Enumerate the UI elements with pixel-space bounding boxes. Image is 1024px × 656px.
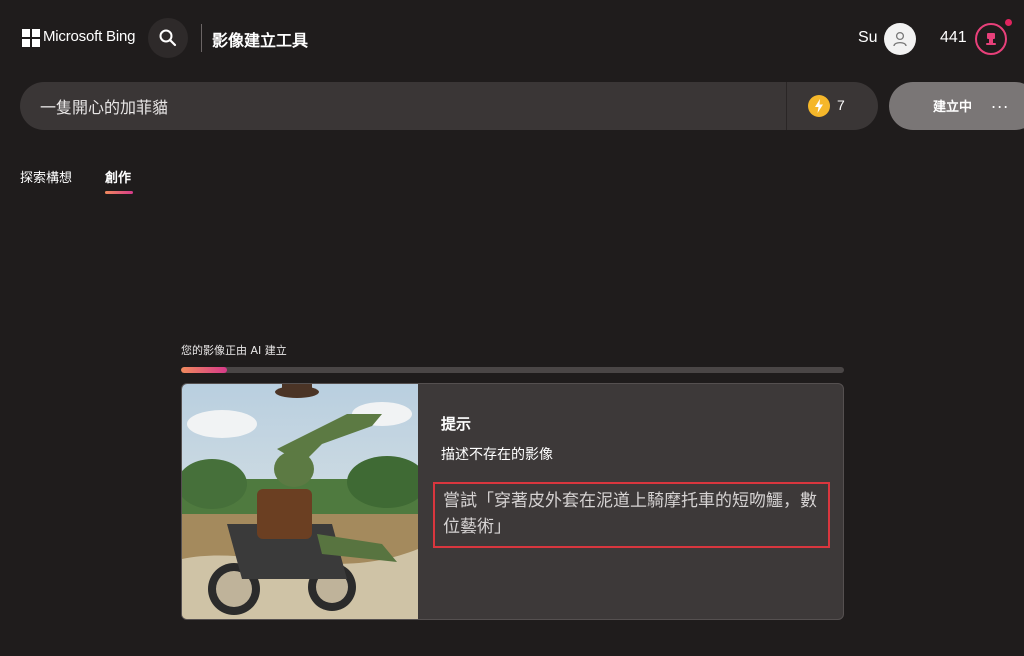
brand-name[interactable]: Microsoft Bing xyxy=(43,28,135,45)
boost-count: 7 xyxy=(837,97,845,113)
user-name[interactable]: Su xyxy=(858,29,878,47)
header-divider xyxy=(201,24,202,52)
more-icon[interactable]: ... xyxy=(991,93,1009,112)
tip-heading: 提示 xyxy=(441,415,472,433)
tool-title[interactable]: 影像建立工具 xyxy=(212,27,308,51)
rewards-button[interactable] xyxy=(975,23,1007,55)
progress-fill xyxy=(181,367,228,373)
active-tab-indicator xyxy=(105,191,133,194)
progress-bar xyxy=(181,367,844,373)
create-label: 建立中 xyxy=(933,100,973,115)
create-button[interactable]: 建立中 ... xyxy=(889,82,1024,130)
boost-icon[interactable] xyxy=(808,95,830,117)
tip-example-text: 嘗試「穿著皮外套在泥道上騎摩托車的短吻鱷，數位藝術」 xyxy=(443,491,817,537)
prompt-bar: 7 xyxy=(20,82,878,130)
rewards-points[interactable]: 441 xyxy=(940,29,967,47)
prompt-separator xyxy=(786,82,787,130)
example-image xyxy=(182,384,418,619)
prompt-input[interactable] xyxy=(40,82,780,130)
user-icon xyxy=(893,31,907,47)
search-icon xyxy=(159,29,177,47)
progress-label: 您的影像正由 AI 建立 xyxy=(181,344,287,357)
search-button[interactable] xyxy=(148,18,188,58)
tip-card: 提示 描述不存在的影像 嘗試「穿著皮外套在泥道上騎摩托車的短吻鱷，數位藝術」 xyxy=(181,383,844,620)
notification-dot xyxy=(1005,19,1012,26)
avatar[interactable] xyxy=(884,23,916,55)
tab-create[interactable]: 創作 xyxy=(105,167,131,186)
tab-explore[interactable]: 探索構想 xyxy=(20,167,72,186)
tip-subheading: 描述不存在的影像 xyxy=(441,447,553,463)
header: Microsoft Bing 影像建立工具 Su 441 xyxy=(0,0,1024,76)
microsoft-logo-icon[interactable] xyxy=(22,29,40,47)
rewards-icon xyxy=(986,33,996,45)
